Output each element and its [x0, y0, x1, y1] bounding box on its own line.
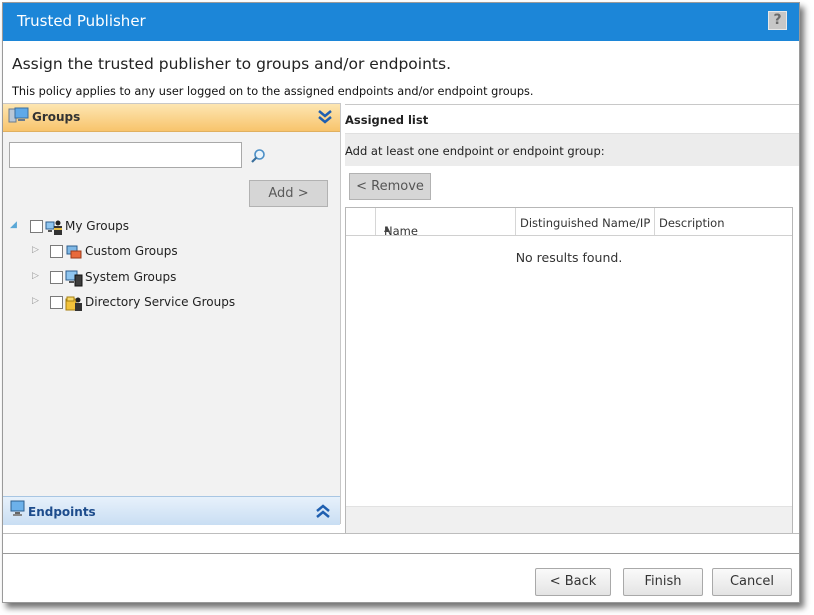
assigned-instruction: Add at least one endpoint or endpoint gr… — [345, 144, 605, 158]
page-heading: Assign the trusted publisher to groups a… — [12, 55, 451, 73]
tree-item-label: System Groups — [85, 270, 177, 284]
table-header: Name ▲ Distinguished Name/IP Description — [346, 208, 792, 238]
my-groups-icon — [45, 218, 63, 239]
collapsed-triangle-icon[interactable]: ▷ — [32, 296, 39, 306]
tree-item-directory-service-groups[interactable]: ▷ Directory Service Groups — [3, 293, 333, 313]
empty-message: No results found. — [515, 250, 623, 265]
assigned-list-header: Assigned list — [345, 104, 799, 134]
assigned-panel: Assigned list Add at least one endpoint … — [345, 103, 799, 533]
assigned-table: Name ▲ Distinguished Name/IP Description… — [345, 207, 793, 533]
cancel-button[interactable]: Cancel — [712, 568, 792, 596]
remove-button[interactable]: < Remove — [349, 173, 431, 200]
window-title: Trusted Publisher — [17, 12, 146, 30]
endpoints-header[interactable]: Endpoints — [3, 496, 340, 525]
groups-header[interactable]: Groups — [3, 104, 340, 132]
column-header-description[interactable]: Description — [655, 208, 792, 235]
endpoint-computer-icon — [10, 500, 26, 522]
policy-description: This policy applies to any user logged o… — [12, 85, 534, 98]
select-column-header[interactable] — [346, 208, 376, 235]
column-header-distinguished-name[interactable]: Distinguished Name/IP — [516, 208, 655, 235]
column-header-name[interactable]: Name ▲ — [376, 208, 516, 238]
table-footer — [346, 506, 792, 533]
custom-groups-checkbox[interactable] — [50, 245, 63, 258]
groups-icon — [8, 107, 30, 131]
directory-service-groups-checkbox[interactable] — [50, 296, 63, 309]
tree-item-label: Custom Groups — [85, 244, 178, 258]
finish-button[interactable]: Finish — [623, 568, 703, 596]
collapsed-triangle-icon[interactable]: ▷ — [32, 271, 39, 281]
collapse-chevron-icon[interactable] — [318, 109, 332, 129]
expand-chevron-icon[interactable] — [316, 503, 330, 523]
help-icon[interactable]: ? — [768, 11, 787, 30]
trusted-publisher-dialog: Trusted Publisher ? Assign the trusted p… — [2, 2, 800, 603]
tree-item-label: Directory Service Groups — [85, 295, 236, 309]
groups-search-input[interactable] — [9, 142, 242, 168]
collapsed-triangle-icon[interactable]: ▷ — [32, 245, 39, 255]
system-groups-icon — [65, 269, 83, 290]
expanded-triangle-icon[interactable]: ◢ — [10, 220, 17, 230]
title-bar: Trusted Publisher ? — [3, 3, 799, 41]
sort-ascending-icon: ▲ — [384, 224, 391, 233]
assigned-list-title: Assigned list — [345, 113, 429, 127]
system-groups-checkbox[interactable] — [50, 271, 63, 284]
endpoints-header-label: Endpoints — [28, 505, 96, 519]
assigned-instruction-bar: Add at least one endpoint or endpoint gr… — [345, 134, 799, 166]
tree-item-system-groups[interactable]: ▷ System Groups — [3, 268, 333, 288]
footer-divider — [3, 553, 799, 554]
directory-service-groups-icon — [65, 294, 83, 315]
my-groups-checkbox[interactable] — [30, 220, 43, 233]
search-icon[interactable] — [250, 148, 266, 168]
groups-panel: Groups Add > ◢ My Groups ▷ Custom Groups… — [3, 103, 341, 525]
tree-item-custom-groups[interactable]: ▷ Custom Groups — [3, 242, 333, 262]
groups-header-label: Groups — [32, 110, 81, 124]
tree-item-my-groups[interactable]: ◢ My Groups — [3, 217, 333, 237]
footer-divider — [3, 533, 799, 534]
tree-item-label: My Groups — [65, 219, 130, 233]
custom-groups-icon — [65, 243, 83, 264]
back-button[interactable]: < Back — [535, 568, 611, 596]
add-button[interactable]: Add > — [249, 180, 328, 207]
